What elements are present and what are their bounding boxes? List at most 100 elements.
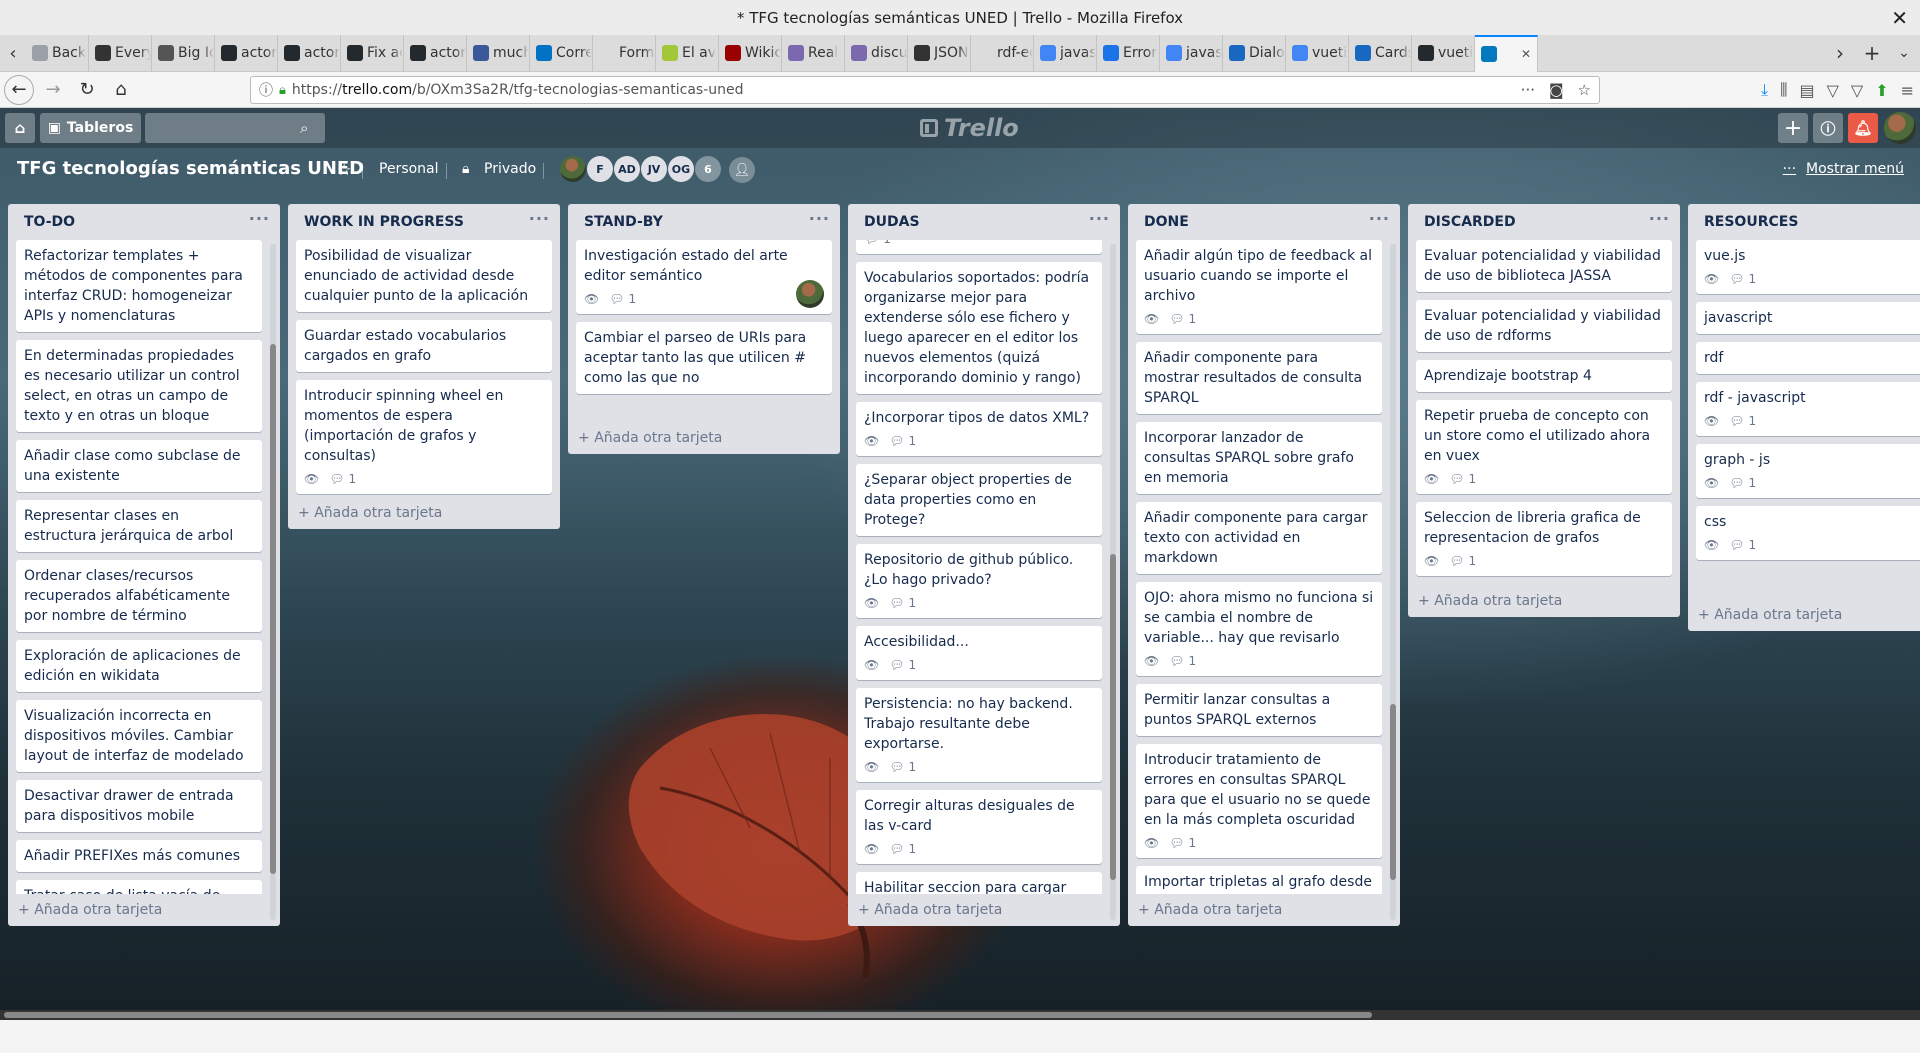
card[interactable]: Añadir componente para mostrar resultado… [1136, 342, 1382, 414]
list-menu-icon[interactable]: ··· [1089, 209, 1110, 228]
member-avatar[interactable]: AD [614, 156, 640, 182]
browser-tab[interactable]: vueti [1412, 34, 1475, 72]
browser-tab[interactable]: actor [215, 34, 278, 72]
add-card-button[interactable]: + Añada otra tarjeta [848, 894, 1120, 926]
scrollbar-thumb[interactable] [1390, 704, 1396, 880]
card[interactable]: javascript [1696, 302, 1920, 334]
list-title[interactable]: WORK IN PROGRESS [304, 214, 464, 230]
card[interactable]: Añadir algún tipo de feedback al usuario… [1136, 240, 1382, 334]
card[interactable]: Vocabularios soportados: podría organiza… [856, 262, 1102, 394]
update-icon[interactable]: ⬆ [1875, 81, 1888, 100]
list-header[interactable]: STAND-BY ··· [568, 204, 840, 240]
card[interactable]: ¿Incorporar tipos de datos XML? 👁︎ 💬︎ 1 [856, 402, 1102, 456]
browser-tab[interactable]: actor [278, 34, 341, 72]
browser-tab[interactable]: javas [1034, 34, 1097, 72]
browser-tab[interactable]: Error [1097, 34, 1160, 72]
new-tab-icon[interactable]: + [1856, 41, 1888, 65]
user-avatar[interactable] [1884, 112, 1916, 144]
browser-tab[interactable]: Corre [530, 34, 593, 72]
back-button[interactable]: ← [4, 74, 34, 105]
pocket-icon[interactable]: ◙ [1549, 81, 1564, 99]
menu-icon[interactable]: ≡ [1901, 81, 1914, 100]
list-title[interactable]: DISCARDED [1424, 214, 1516, 230]
list-title[interactable]: TO-DO [24, 214, 75, 230]
add-card-button[interactable]: + Añada otra tarjeta [1128, 894, 1400, 926]
site-info-icon[interactable]: ⓘ [259, 80, 273, 100]
extension-2-icon[interactable]: ▽ [1851, 81, 1863, 100]
card[interactable]: Investigación estado del arte editor sem… [576, 240, 832, 314]
card[interactable]: Desactivar drawer de entrada para dispos… [16, 780, 262, 832]
card-member-avatar[interactable] [796, 280, 824, 308]
list-menu-icon[interactable]: ··· [1369, 209, 1390, 228]
page-actions-icon[interactable]: ··· [1521, 81, 1535, 99]
list-menu-icon[interactable]: ··· [1649, 209, 1670, 228]
browser-tab[interactable]: Cards [1349, 34, 1412, 72]
team-button[interactable]: Personal [379, 161, 439, 177]
tab-active[interactable]: ✕ [1475, 34, 1538, 72]
member-avatar[interactable] [560, 156, 586, 182]
card[interactable]: Habilitar seccion para cargar vocabulari… [856, 872, 1102, 894]
card[interactable]: Persistencia: no hay backend. Trabajo re… [856, 688, 1102, 782]
scrollbar-thumb[interactable] [1110, 554, 1116, 880]
list-title[interactable]: RESOURCES [1704, 214, 1798, 230]
member-avatar[interactable]: JV [641, 156, 667, 182]
list-header[interactable]: DISCARDED ··· [1408, 204, 1680, 240]
card[interactable]: rdf [1696, 342, 1920, 374]
list-header[interactable]: WORK IN PROGRESS ··· [288, 204, 560, 240]
card[interactable]: 💬︎ 1 [856, 240, 1102, 254]
board-search-input[interactable] [145, 113, 325, 143]
card[interactable]: Accesibilidad... 👁︎ 💬︎ 1 [856, 626, 1102, 680]
browser-tab[interactable]: Dialo [1223, 34, 1286, 72]
star-icon[interactable]: ☆ [337, 160, 351, 179]
notifications-button[interactable]: 🔔︎ [1848, 113, 1878, 143]
browser-tab[interactable]: Every [89, 34, 152, 72]
scrollbar-thumb[interactable] [270, 344, 276, 874]
list-title[interactable]: DONE [1144, 214, 1189, 230]
card[interactable]: css 👁︎ 💬︎ 1 [1696, 506, 1920, 560]
card[interactable]: Evaluar potencialidad y viabilidad de us… [1416, 240, 1672, 292]
browser-tab[interactable]: javas [1160, 34, 1223, 72]
card[interactable]: graph - js 👁︎ 💬︎ 1 [1696, 444, 1920, 498]
card[interactable]: Evaluar potencialidad y viabilidad de us… [1416, 300, 1672, 352]
card[interactable]: Añadir componente para cargar texto con … [1136, 502, 1382, 574]
card[interactable]: Posibilidad de visualizar enunciado de a… [296, 240, 552, 312]
card[interactable]: Refactorizar templates + métodos de comp… [16, 240, 262, 332]
card[interactable]: Ordenar clases/recursos recuperados alfa… [16, 560, 262, 632]
home-board-button[interactable]: ⌂ [5, 113, 35, 143]
card[interactable]: ¿Separar object properties de data prope… [856, 464, 1102, 536]
browser-tab[interactable]: Back [26, 34, 89, 72]
add-card-button[interactable]: + Añada otra tarjeta [568, 422, 840, 454]
search-icon[interactable]: ⌕ [300, 119, 308, 137]
card[interactable]: Introducir tratamiento de errores en con… [1136, 744, 1382, 858]
url-bar[interactable]: ⓘ 🔒︎ https://trello.com/b/OXm3Sa2R/tfg-t… [250, 76, 1600, 104]
card[interactable]: Introducir spinning wheel en momentos de… [296, 380, 552, 494]
list-header[interactable]: RESOURCES··· [1688, 204, 1920, 240]
member-count[interactable]: 6 [695, 156, 721, 182]
bookmark-star-icon[interactable]: ☆ [1578, 81, 1591, 99]
list-menu-icon[interactable]: ··· [809, 209, 830, 228]
card[interactable]: Permitir lanzar consultas a puntos SPARQ… [1136, 684, 1382, 736]
card[interactable]: Añadir PREFIXes más comunes [16, 840, 262, 872]
browser-tab[interactable]: El av [656, 34, 719, 72]
library-icon[interactable]: ⫼ [1780, 80, 1787, 100]
list-title[interactable]: DUDAS [864, 214, 920, 230]
show-menu-button[interactable]: ··· Mostrar menú [1783, 161, 1904, 177]
browser-tab[interactable]: discu [845, 34, 908, 72]
info-button[interactable]: ⓘ [1813, 113, 1843, 143]
list-menu-icon[interactable]: ··· [249, 209, 270, 228]
card[interactable]: Incorporar lanzador de consultas SPARQL … [1136, 422, 1382, 494]
browser-tab[interactable]: actor [404, 34, 467, 72]
card[interactable]: En determinadas propiedades es necesario… [16, 340, 262, 432]
list-header[interactable]: TO-DO ··· [8, 204, 280, 240]
card[interactable]: Representar clases en estructura jerárqu… [16, 500, 262, 552]
member-avatar[interactable]: OG [668, 156, 694, 182]
browser-tab[interactable]: Formular [593, 34, 656, 72]
card[interactable]: Visualización incorrecta en dispositivos… [16, 700, 262, 772]
list-title[interactable]: STAND-BY [584, 214, 663, 230]
card[interactable]: Aprendizaje bootstrap 4 [1416, 360, 1672, 392]
horizontal-scrollbar[interactable] [0, 1010, 1920, 1020]
card[interactable]: OJO: ahora mismo no funciona si se cambi… [1136, 582, 1382, 676]
card[interactable]: Repetir prueba de concepto con un store … [1416, 400, 1672, 494]
list-scrollbar[interactable] [1390, 244, 1396, 920]
browser-tab[interactable]: rdf-edito [971, 34, 1034, 72]
